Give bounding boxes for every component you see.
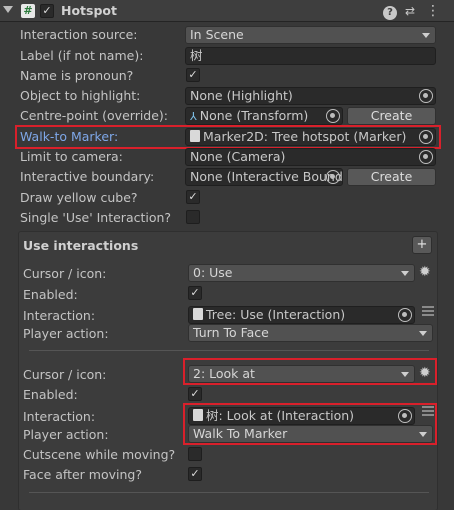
interaction-field[interactable]: 树: Look at (Interaction) xyxy=(188,407,415,425)
chevron-down-icon xyxy=(419,432,427,437)
drag-handle-icon[interactable] xyxy=(422,406,434,418)
draw-cube-checkbox[interactable]: ✓ xyxy=(186,190,200,204)
label-input[interactable]: 树 xyxy=(185,47,436,65)
player-action-label: Player action: xyxy=(23,326,109,341)
object-picker-icon[interactable] xyxy=(398,409,412,423)
interactive-boundary-create-button[interactable]: Create xyxy=(347,168,436,186)
cursor-icon-dropdown[interactable]: 2: Look at xyxy=(188,365,415,383)
name-pronoun-label: Name is pronoun? xyxy=(20,68,134,83)
cursor-icon-label: Cursor / icon: xyxy=(23,266,107,281)
single-use-label: Single 'Use' Interaction? xyxy=(20,210,172,225)
chevron-down-icon xyxy=(422,33,430,38)
component-title: Hotspot xyxy=(61,3,117,18)
centre-point-label: Centre-point (override): xyxy=(20,108,169,123)
limit-camera-field[interactable]: None (Camera) xyxy=(185,148,436,166)
single-use-checkbox[interactable] xyxy=(186,210,200,224)
chevron-down-icon xyxy=(401,372,409,377)
separator xyxy=(29,492,429,493)
context-menu-icon[interactable]: ⋮ xyxy=(425,3,441,19)
interactive-boundary-field[interactable]: None (Interactive Bound xyxy=(185,168,343,186)
add-interaction-button[interactable]: + xyxy=(412,236,432,254)
foldout-arrow-icon[interactable] xyxy=(3,6,13,13)
object-picker-icon[interactable] xyxy=(419,89,433,103)
cursor-icon-label: Cursor / icon: xyxy=(23,367,107,382)
enabled-label: Enabled: xyxy=(23,287,78,302)
name-pronoun-checkbox[interactable]: ✓ xyxy=(186,68,200,82)
cursor-icon-dropdown[interactable]: 0: Use xyxy=(188,264,415,282)
interactive-boundary-label: Interactive boundary: xyxy=(20,169,155,184)
object-picker-icon[interactable] xyxy=(419,150,433,164)
interaction-label: Interaction: xyxy=(23,308,96,323)
label-field-label: Label (if not name): xyxy=(20,48,144,63)
interaction-label: Interaction: xyxy=(23,409,96,424)
walk-to-marker-label: Walk-to Marker: xyxy=(20,129,119,144)
hotspot-script-icon: # xyxy=(21,4,35,18)
limit-camera-label: Limit to camera: xyxy=(20,149,123,164)
interaction-source-label: Interaction source: xyxy=(20,27,138,42)
draw-cube-label: Draw yellow cube? xyxy=(20,190,138,205)
player-action-dropdown[interactable]: Turn To Face xyxy=(188,324,433,342)
gear-icon[interactable]: ✹ xyxy=(419,264,431,280)
object-picker-icon[interactable] xyxy=(326,170,340,184)
centre-point-create-button[interactable]: Create xyxy=(347,107,436,125)
enabled-checkbox[interactable]: ✓ xyxy=(188,286,202,300)
face-after-moving-checkbox[interactable]: ✓ xyxy=(188,467,202,481)
gear-icon[interactable]: ✹ xyxy=(419,365,431,381)
face-after-moving-label: Face after moving? xyxy=(23,467,142,482)
cutscene-moving-checkbox[interactable] xyxy=(188,447,202,461)
chevron-down-icon xyxy=(401,271,409,276)
object-picker-icon[interactable] xyxy=(326,109,340,123)
centre-point-field[interactable]: ⅄ None (Transform) xyxy=(185,107,343,125)
chevron-down-icon xyxy=(419,331,427,336)
interaction-source-dropdown[interactable]: In Scene xyxy=(185,26,436,44)
component-enabled-toggle[interactable]: ✓ xyxy=(40,4,54,18)
enabled-label: Enabled: xyxy=(23,387,78,402)
interaction-asset-icon xyxy=(193,409,203,421)
object-highlight-label: Object to highlight: xyxy=(20,88,141,103)
player-action-label: Player action: xyxy=(23,427,109,442)
help-icon[interactable]: ? xyxy=(382,3,398,20)
walk-to-marker-field[interactable]: Marker2D: Tree hotspot (Marker) xyxy=(185,128,436,146)
preset-settings-icon[interactable]: ⇄ xyxy=(402,3,418,19)
drag-handle-icon[interactable] xyxy=(422,306,434,318)
marker-icon xyxy=(190,130,200,142)
object-picker-icon[interactable] xyxy=(398,308,412,322)
player-action-dropdown[interactable]: Walk To Marker xyxy=(188,425,433,443)
transform-icon: ⅄ xyxy=(190,110,197,123)
object-highlight-field[interactable]: None (Highlight) xyxy=(185,87,436,105)
interaction-asset-icon xyxy=(193,308,203,320)
separator xyxy=(29,350,429,351)
object-picker-icon[interactable] xyxy=(419,130,433,144)
use-interactions-title: Use interactions xyxy=(23,238,139,253)
cutscene-moving-label: Cutscene while moving? xyxy=(23,447,176,462)
enabled-checkbox[interactable]: ✓ xyxy=(188,387,202,401)
interaction-field[interactable]: Tree: Use (Interaction) xyxy=(188,306,415,324)
